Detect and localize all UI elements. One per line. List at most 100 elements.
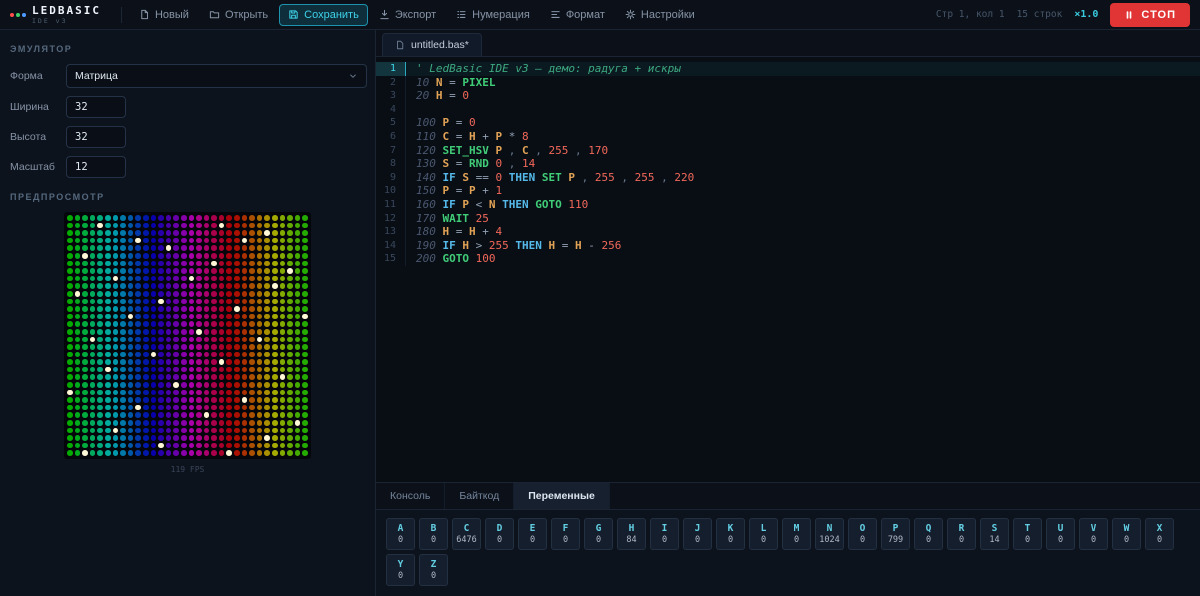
led-dot bbox=[241, 275, 248, 282]
led-dot bbox=[287, 404, 293, 411]
led-dot bbox=[287, 366, 293, 373]
led-dot bbox=[272, 344, 278, 350]
led-dot bbox=[226, 397, 233, 403]
led-dot bbox=[112, 382, 119, 388]
toolbar-divider bbox=[120, 6, 122, 23]
led-dot bbox=[120, 252, 126, 259]
led-dot bbox=[302, 435, 308, 441]
led-dot bbox=[180, 351, 187, 358]
led-dot bbox=[173, 435, 179, 441]
led-dot bbox=[264, 321, 271, 327]
code-line-11[interactable]: 11 160 IF P < N THEN GOTO 110 bbox=[376, 197, 1200, 212]
numbering-button[interactable]: Нумерация bbox=[447, 4, 539, 26]
led-dot bbox=[249, 374, 255, 381]
code-line-10[interactable]: 10 150 P = P + 1 bbox=[376, 184, 1200, 198]
led-dot bbox=[279, 290, 286, 297]
led-dot bbox=[120, 290, 126, 297]
led-dot bbox=[150, 230, 157, 236]
led-dot bbox=[264, 268, 271, 274]
scale-input[interactable] bbox=[66, 156, 126, 178]
bottom-tab-variables[interactable]: Переменные bbox=[514, 483, 610, 509]
code-editor[interactable]: 1 ' LedBasic IDE v3 — демо: радуга + искр… bbox=[376, 57, 1200, 482]
code-line-6[interactable]: 6 110 C = H + P * 8 bbox=[376, 129, 1200, 144]
led-dot bbox=[112, 313, 119, 320]
code-line-9[interactable]: 9 140 IF S == 0 THEN SET P , 255 , 255 , … bbox=[376, 170, 1200, 185]
code-line-12[interactable]: 12 170 WAIT 25 bbox=[376, 211, 1200, 226]
variable-name: Q bbox=[925, 523, 932, 534]
led-dot bbox=[142, 344, 149, 350]
code-line-1[interactable]: 1 ' LedBasic IDE v3 — демо: радуга + искр… bbox=[376, 62, 1200, 76]
led-dot bbox=[203, 336, 210, 343]
export-button[interactable]: Экспорт bbox=[370, 4, 445, 26]
shape-select[interactable]: Матрица bbox=[66, 64, 367, 88]
led-dot bbox=[150, 382, 157, 388]
bottom-tab-console[interactable]: Консоль bbox=[376, 483, 446, 509]
speed-indicator[interactable]: ×1.0 bbox=[1074, 9, 1098, 20]
open-button[interactable]: Открыть bbox=[200, 4, 277, 26]
led-dot bbox=[249, 321, 255, 327]
led-dot bbox=[173, 215, 179, 221]
led-dot bbox=[104, 290, 111, 297]
code-line-13[interactable]: 13 180 H = H + 4 bbox=[376, 225, 1200, 239]
led-dot bbox=[256, 435, 263, 441]
led-dot bbox=[67, 260, 73, 267]
code-line-7[interactable]: 7 120 SET_HSV P , C , 255 , 170 bbox=[376, 143, 1200, 158]
led-dot bbox=[180, 435, 187, 441]
led-dot bbox=[150, 442, 157, 449]
new-button[interactable]: Новый bbox=[130, 4, 198, 26]
led-dot bbox=[211, 427, 217, 434]
led-dot bbox=[112, 442, 119, 449]
led-dot bbox=[150, 344, 157, 350]
led-dot bbox=[112, 252, 119, 259]
editor-tab-untitled[interactable]: untitled.bas* bbox=[382, 33, 482, 56]
led-dot bbox=[127, 283, 134, 289]
led-dot bbox=[196, 222, 202, 229]
led-dot bbox=[249, 397, 255, 403]
led-dot bbox=[302, 290, 308, 297]
width-field-label: Ширина bbox=[10, 101, 49, 113]
led-dot bbox=[74, 268, 81, 274]
led-dot bbox=[150, 412, 157, 419]
save-button[interactable]: Сохранить bbox=[279, 3, 368, 26]
led-dot bbox=[158, 442, 164, 449]
led-dot bbox=[165, 321, 172, 327]
stop-button[interactable]: СТОП bbox=[1110, 2, 1190, 27]
format-button[interactable]: Формат bbox=[541, 4, 614, 26]
led-dot bbox=[241, 442, 248, 449]
led-dot bbox=[165, 298, 172, 305]
code-line-3[interactable]: 3 20 H = 0 bbox=[376, 89, 1200, 103]
width-input[interactable] bbox=[66, 96, 126, 118]
line-number: 11 bbox=[376, 197, 406, 212]
code-line-4[interactable]: 4 bbox=[376, 102, 1200, 117]
code-line-2[interactable]: 2 10 N = PIXEL bbox=[376, 75, 1200, 90]
led-dot bbox=[241, 382, 248, 388]
code-line-15[interactable]: 15 200 GOTO 100 bbox=[376, 252, 1200, 266]
led-dot bbox=[74, 336, 81, 343]
led-dot bbox=[142, 397, 149, 403]
led-dot bbox=[165, 435, 172, 441]
code-line-14[interactable]: 14 190 IF H > 255 THEN H = H - 256 bbox=[376, 238, 1200, 253]
led-dot bbox=[104, 412, 111, 419]
led-dot bbox=[82, 359, 88, 365]
variable-value: 0 bbox=[1123, 535, 1130, 545]
led-dot bbox=[127, 336, 134, 343]
led-dot bbox=[82, 366, 88, 373]
led-dot bbox=[104, 427, 111, 434]
led-dot bbox=[97, 404, 103, 411]
led-dot bbox=[135, 397, 141, 403]
led-dot bbox=[218, 336, 225, 343]
led-dot bbox=[188, 450, 195, 456]
led-dot bbox=[294, 313, 301, 320]
height-input[interactable] bbox=[66, 126, 126, 148]
bottom-tab-bytecode[interactable]: Байткод bbox=[445, 483, 515, 509]
code-line-5[interactable]: 5 100 P = 0 bbox=[376, 116, 1200, 130]
led-dot bbox=[89, 442, 96, 449]
led-dot bbox=[135, 389, 141, 396]
led-dot bbox=[173, 427, 179, 434]
led-dot bbox=[294, 230, 301, 236]
led-dot bbox=[120, 268, 126, 274]
code-line-8[interactable]: 8 130 S = RND 0 , 14 bbox=[376, 157, 1200, 171]
settings-button[interactable]: Настройки bbox=[616, 4, 704, 26]
variable-F: F0 bbox=[551, 518, 580, 550]
led-dot bbox=[104, 336, 111, 343]
